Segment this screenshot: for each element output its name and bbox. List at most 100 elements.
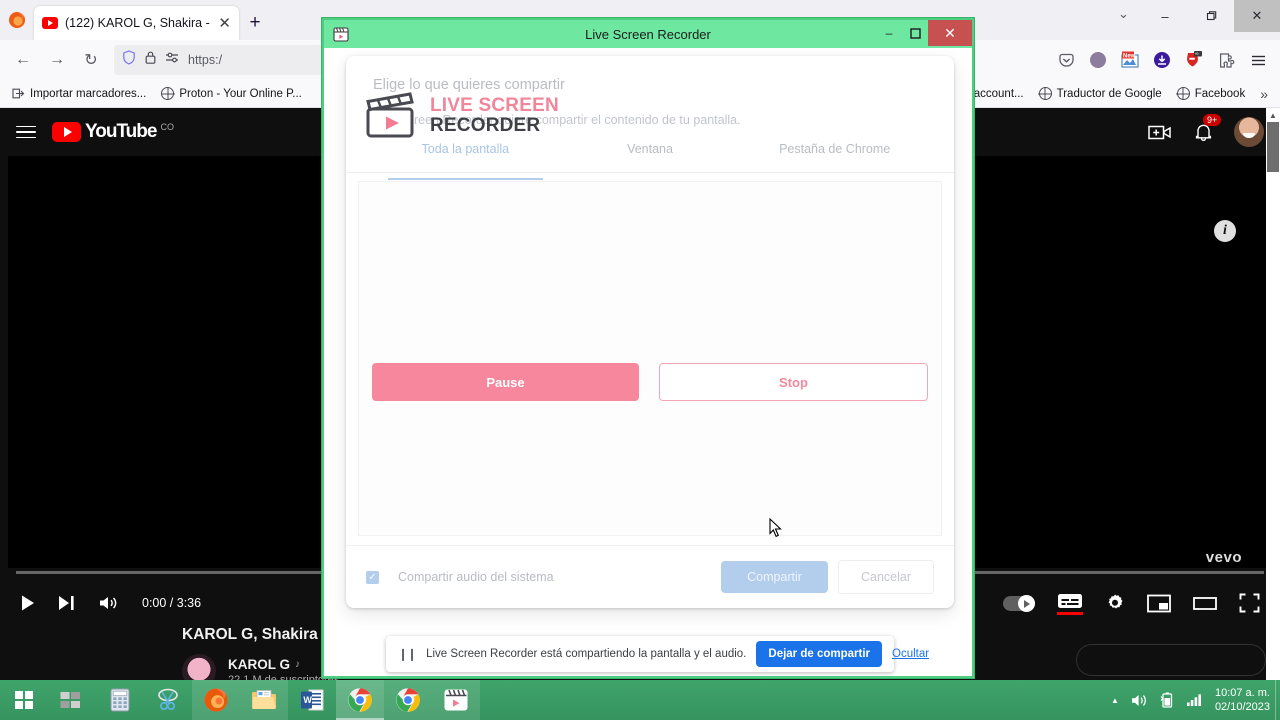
bookmarks-overflow-button[interactable]: » [1254,84,1274,104]
system-tray: ▲ 10:07 a. m. 02/10/2023 [1111,680,1280,720]
shield-icon[interactable] [122,50,136,70]
scrollbar-thumb[interactable] [1267,122,1279,172]
bookmark-label: account... [973,87,1024,100]
miniplayer-icon[interactable] [1147,594,1171,613]
start-button[interactable] [0,680,48,720]
bookmark-account[interactable]: account... [968,86,1030,102]
stop-sharing-button[interactable]: Dejar de compartir [756,641,883,667]
comment-input[interactable] [1076,644,1266,676]
theater-icon[interactable] [1193,594,1217,613]
time-display: 0:00 / 3:36 [142,596,202,610]
pause-button[interactable]: Pause [372,363,639,401]
new-tab-button[interactable]: + [239,6,271,40]
share-dialog-footer: ✓ Compartir audio del sistema Compartir … [346,546,954,608]
clock-time: 10:07 a. m. [1214,687,1270,699]
chrome-icon [396,688,420,712]
avatar[interactable] [1234,117,1264,147]
taskbar: W ▲ 10:07 a. m. 02/10/2023 [0,680,1280,720]
pocket-icon[interactable] [1052,46,1080,74]
lock-icon[interactable] [144,50,157,70]
show-desktop-button[interactable] [1275,680,1280,720]
taskbar-firefox[interactable] [192,680,240,720]
extensions-puzzle-icon[interactable] [1212,46,1240,74]
fullscreen-icon[interactable] [1239,593,1260,613]
bookmark-proton[interactable]: Proton - Your Online P... [155,85,308,102]
volume-icon[interactable] [98,594,118,612]
folder-icon [252,690,276,709]
recorder-titlebar[interactable]: Live Screen Recorder – ✕ [324,20,972,48]
youtube-logo[interactable]: YouTube CO [52,122,174,142]
taskbar-calculator[interactable] [96,680,144,720]
page-actions-icon[interactable] [165,51,180,69]
taskbar-word[interactable]: W [288,680,336,720]
recorder-logo: LIVE SCREEN RECORDER [364,92,559,140]
share-button[interactable]: Compartir [721,561,828,593]
battery-icon[interactable] [1160,692,1174,708]
bell-icon[interactable]: 9+ [1193,114,1222,143]
recorder-window-body: Elige lo que quieres compartir Live Scre… [324,48,972,676]
back-button[interactable]: ← [8,45,38,75]
info-icon[interactable]: i [1214,220,1236,242]
autoplay-toggle[interactable] [1003,594,1035,612]
subtitles-icon[interactable] [1057,592,1083,615]
taskbar-chrome-1[interactable] [336,680,384,720]
extension-news-icon[interactable]: New [1116,46,1144,74]
show-hidden-icons[interactable]: ▲ [1111,696,1119,705]
screen-preview-area[interactable] [358,181,942,536]
account-avatar-icon[interactable] [1084,46,1112,74]
bookmark-label: Proton - Your Online P... [179,87,302,100]
taskbar-snipping-tool[interactable] [144,680,192,720]
forward-button[interactable]: → [42,45,72,75]
share-dialog-title: Elige lo que quieres compartir [373,77,565,93]
calculator-icon [110,688,130,712]
taskbar-chrome-2[interactable] [384,680,432,720]
youtube-icon [42,17,58,29]
minimize-button[interactable]: – [1142,0,1188,32]
firefox-logo-icon [0,0,34,40]
hide-link[interactable]: Ocultar [892,648,929,660]
chevron-down-icon[interactable]: ⌄ [1118,6,1129,22]
cancel-button[interactable]: Cancelar [837,560,934,594]
taskbar-task-view[interactable] [48,680,96,720]
maximize-button[interactable] [902,20,928,46]
scroll-up-icon[interactable]: ▲ [1266,108,1280,122]
close-icon[interactable]: ✕ [218,16,231,31]
tab-ventana[interactable]: Ventana [558,142,743,172]
create-video-icon[interactable] [1148,123,1173,142]
stop-button[interactable]: Stop [659,363,928,401]
hamburger-icon[interactable] [16,125,36,139]
app-menu-icon[interactable] [1244,46,1272,74]
share-audio-checkbox[interactable]: ✓ [366,570,379,584]
minimize-button[interactable]: – [876,20,902,46]
globe-icon [1038,87,1052,100]
svg-text:W: W [303,695,312,705]
recorder-logo-line1: LIVE SCREEN [430,95,559,117]
tab-toda-la-pantalla[interactable]: Toda la pantalla [373,142,558,180]
close-window-button[interactable]: ✕ [928,20,972,46]
taskbar-file-explorer[interactable] [240,680,288,720]
wifi-icon[interactable] [1186,693,1203,707]
adblock-icon[interactable]: ∞ [1180,46,1208,74]
bookmark-traductor[interactable]: Traductor de Google [1033,85,1168,102]
bookmark-facebook[interactable]: Facebook [1171,85,1252,102]
restore-button[interactable] [1188,0,1234,32]
verified-icon: ♪ [295,658,301,670]
bookmark-label: Traductor de Google [1056,87,1162,100]
sharing-message: Live Screen Recorder está compartiendo l… [426,648,747,660]
gear-icon[interactable] [1105,593,1125,613]
channel-name[interactable]: KAROL G [228,657,290,672]
next-icon[interactable] [58,594,76,612]
clock[interactable]: 10:07 a. m. 02/10/2023 [1215,686,1270,714]
downloads-icon[interactable] [1148,46,1176,74]
taskbar-live-screen-recorder[interactable] [432,680,480,720]
tab-pestana-de-chrome[interactable]: Pestaña de Chrome [742,142,927,172]
close-window-button[interactable]: ✕ [1234,0,1280,32]
channel-avatar[interactable] [182,654,216,680]
page-scrollbar[interactable]: ▲ [1266,108,1280,680]
channel-row[interactable]: KAROL G ♪ 22,1 M de suscriptores [182,654,339,680]
volume-icon[interactable] [1131,693,1148,708]
play-icon[interactable] [20,594,36,612]
bookmark-import[interactable]: Importar marcadores... [6,85,152,102]
reload-button[interactable]: ↻ [76,45,106,75]
browser-tab-youtube[interactable]: (122) KAROL G, Shakira - TQG ( ✕ [34,6,239,40]
